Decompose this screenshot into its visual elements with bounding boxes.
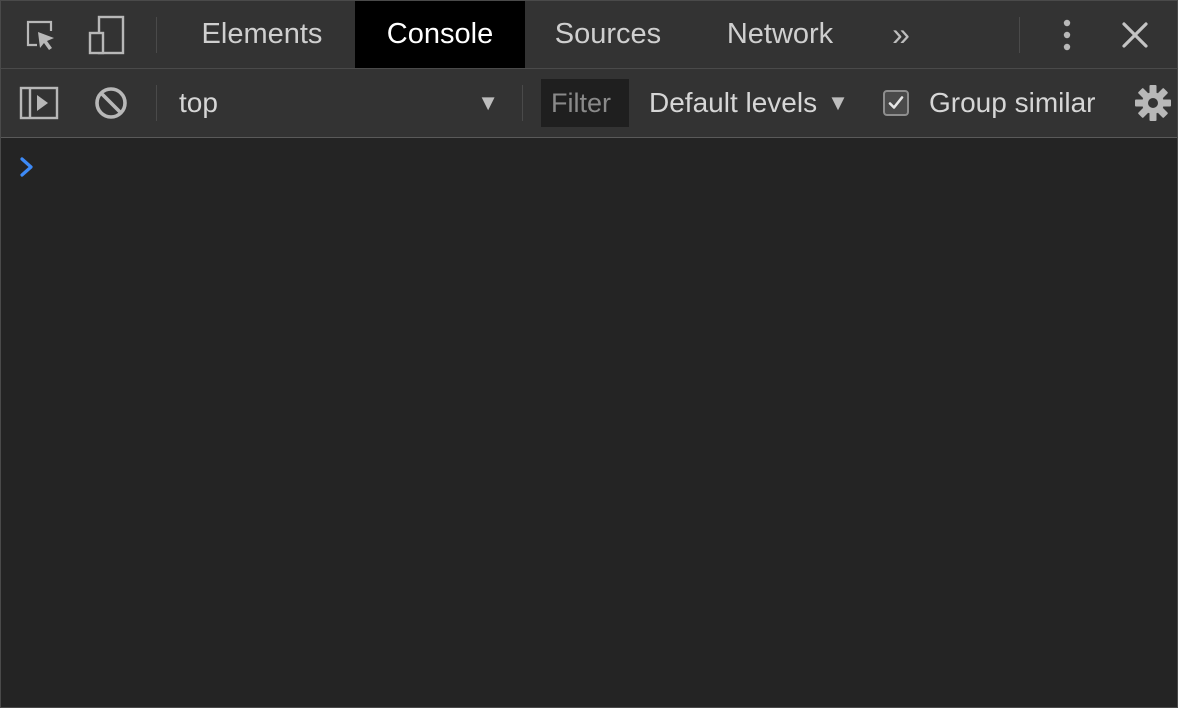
tab-network-label: Network: [726, 18, 834, 50]
group-similar-label: Group similar: [929, 87, 1096, 118]
log-levels-dropdown[interactable]: Default levels ▼: [649, 69, 849, 137]
toolbar-separator-2: [522, 85, 523, 121]
tab-elements-label: Elements: [201, 18, 323, 50]
clear-console-icon[interactable]: [91, 83, 131, 123]
console-output[interactable]: [1, 138, 1177, 707]
devtools-panel: Elements Console Sources Network » top ▼…: [0, 0, 1178, 708]
show-sidebar-icon[interactable]: [19, 83, 59, 123]
log-levels-label: Default levels: [649, 87, 818, 118]
tab-sources-label: Sources: [554, 18, 662, 50]
group-similar-toggle[interactable]: Group similar: [883, 69, 1095, 137]
close-icon[interactable]: [1115, 15, 1155, 55]
devtools-tabbar: Elements Console Sources Network »: [1, 1, 1177, 69]
tabbar-separator: [156, 17, 157, 53]
group-similar-checkbox[interactable]: [883, 90, 909, 116]
inspect-element-icon[interactable]: [21, 15, 61, 55]
tab-network[interactable]: Network: [705, 1, 855, 68]
kebab-menu-icon[interactable]: [1047, 15, 1087, 55]
dropdown-arrow-icon: ▼: [477, 90, 499, 115]
dropdown-arrow-icon: ▼: [827, 90, 849, 115]
chevron-right-icon: [19, 152, 39, 182]
gear-icon[interactable]: [1133, 83, 1173, 123]
toolbar-separator: [156, 85, 157, 121]
console-prompt[interactable]: [1, 150, 1177, 184]
filter-input[interactable]: [541, 79, 629, 127]
console-toolbar: top ▼ Default levels ▼ Group similar: [1, 69, 1177, 138]
more-tabs-icon: »: [892, 16, 910, 52]
tab-sources[interactable]: Sources: [535, 1, 681, 68]
tabbar-separator-right: [1019, 17, 1020, 53]
context-selector[interactable]: top ▼: [161, 69, 501, 137]
checkmark-icon: [888, 96, 904, 109]
tab-console[interactable]: Console: [355, 1, 525, 68]
tab-elements[interactable]: Elements: [181, 1, 343, 68]
device-toolbar-icon[interactable]: [87, 15, 127, 55]
context-selector-value: top: [179, 87, 218, 118]
tab-console-label: Console: [386, 18, 494, 50]
more-tabs-button[interactable]: »: [873, 1, 929, 68]
